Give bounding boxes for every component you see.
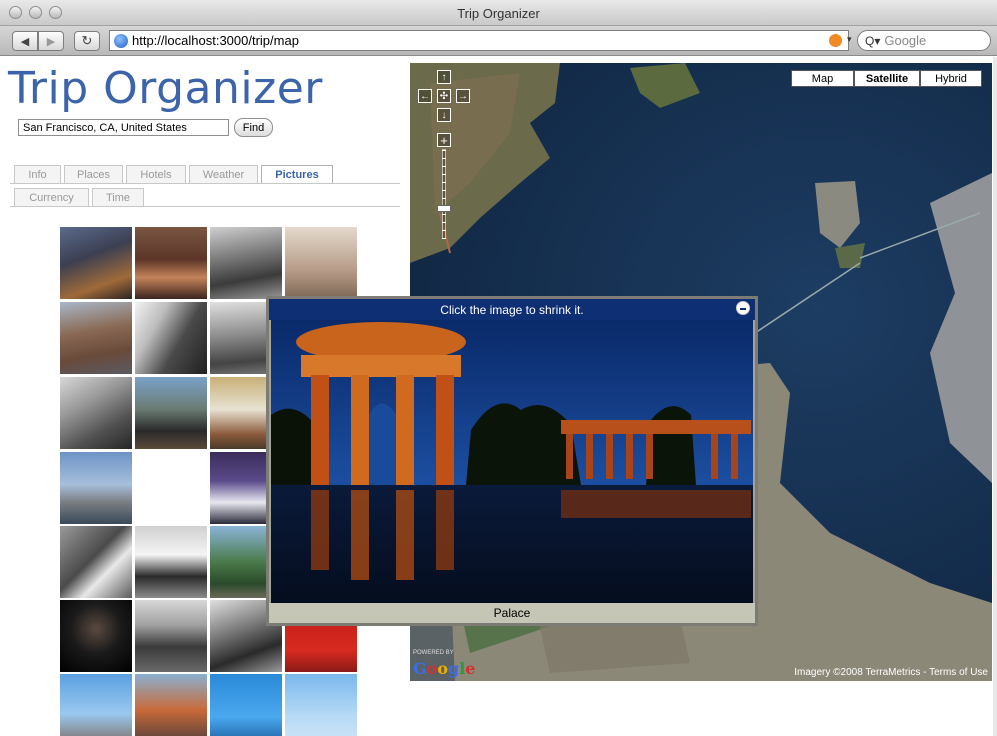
map-type-satellite-button[interactable]: Satellite (854, 70, 920, 87)
picture-thumbnail[interactable] (135, 674, 207, 736)
rotunda-column (311, 375, 329, 485)
tab-info[interactable]: Info (14, 165, 61, 183)
powered-by-label: POWERED BY (413, 650, 454, 656)
pan-up-button[interactable]: ↑ (437, 70, 451, 84)
map-type-map-button[interactable]: Map (791, 70, 854, 87)
picture-thumbnail[interactable] (60, 600, 132, 672)
colonnade-columns (566, 434, 738, 479)
pan-center-button[interactable]: ✣ (437, 89, 451, 103)
picture-thumbnail[interactable] (210, 227, 282, 299)
rotunda-column (436, 375, 454, 485)
window-titlebar: Trip Organizer (0, 0, 997, 26)
page-scrollbar[interactable] (993, 57, 997, 736)
picture-thumbnail[interactable] (60, 377, 132, 449)
map-type-hybrid-button[interactable]: Hybrid (920, 70, 982, 87)
picture-thumbnail[interactable] (135, 526, 207, 598)
rotunda-arch (369, 403, 396, 485)
zoom-in-button[interactable]: + (437, 132, 451, 148)
picture-popup[interactable]: Click the image to shrink it. Palace (266, 296, 758, 626)
colonnade-roof (561, 420, 751, 434)
search-placeholder: Google (884, 33, 927, 48)
palace-photo (271, 320, 753, 603)
url-bar[interactable]: http://localhost:3000/trip/map (109, 30, 849, 51)
tree-silhouette (271, 408, 316, 485)
zoom-slider-handle[interactable] (437, 205, 451, 212)
picture-thumbnail[interactable] (285, 227, 357, 299)
rss-icon[interactable] (829, 34, 842, 47)
tab-hotels[interactable]: Hotels (126, 165, 186, 183)
pan-down-button[interactable]: ↓ (437, 108, 451, 122)
tree-silhouette (646, 406, 696, 485)
zoom-slider-track[interactable] (442, 149, 446, 239)
forward-button[interactable]: ▶ (38, 31, 64, 51)
popup-header: Click the image to shrink it. (269, 299, 755, 320)
picture-thumbnail[interactable] (210, 674, 282, 736)
column-reflection (311, 490, 329, 570)
tab-currency[interactable]: Currency (14, 188, 89, 206)
column-reflection (436, 490, 454, 570)
tab-time[interactable]: Time (92, 188, 144, 206)
popup-caption: Palace (269, 603, 755, 623)
picture-thumbnail[interactable] (135, 302, 207, 374)
picture-thumbnail[interactable] (60, 674, 132, 736)
move-icon: ✣ (439, 90, 449, 102)
picture-thumbnail[interactable] (285, 674, 357, 736)
tab-places[interactable]: Places (64, 165, 123, 183)
column-reflection (396, 490, 414, 580)
arrow-left-icon: ← (420, 90, 430, 102)
picture-thumbnail[interactable] (135, 377, 207, 449)
rotunda-column (351, 375, 369, 485)
rotunda-frieze (301, 355, 461, 377)
arrow-up-icon: ↑ (441, 71, 447, 83)
colonnade-reflection (561, 490, 751, 518)
google-logo[interactable]: Google (413, 659, 475, 678)
page-content: Trip Organizer Find Info Places Hotels W… (0, 57, 997, 736)
page-title: Trip Organizer (8, 63, 323, 114)
url-text: http://localhost:3000/trip/map (132, 33, 299, 48)
pan-right-button[interactable]: → (456, 89, 470, 103)
forward-arrow-icon: ▶ (46, 35, 56, 48)
picture-thumbnail[interactable] (60, 302, 132, 374)
picture-thumbnail[interactable] (135, 227, 207, 299)
land-area-treasure-island (815, 181, 860, 248)
browser-toolbar: ◀ ▶ ↻ http://localhost:3000/trip/map ▾ Q… (0, 26, 997, 56)
picture-thumbnail[interactable] (60, 452, 132, 524)
back-arrow-icon: ◀ (20, 35, 30, 48)
enlarged-picture[interactable] (271, 320, 753, 603)
reload-icon: ↻ (81, 33, 93, 48)
search-engine-chevron-icon[interactable]: ▾ (847, 34, 852, 45)
shrink-icon[interactable] (736, 301, 750, 315)
column-reflection (351, 490, 369, 580)
search-field[interactable]: Q▾ Google (857, 30, 991, 51)
find-button[interactable]: Find (234, 118, 273, 137)
window-title: Trip Organizer (457, 6, 540, 21)
rotunda-column (396, 375, 414, 485)
map-copyright[interactable]: Imagery ©2008 TerraMetrics - Terms of Us… (794, 667, 988, 678)
reload-button[interactable]: ↻ (74, 31, 100, 51)
tab-weather[interactable]: Weather (189, 165, 258, 183)
picture-thumbnail[interactable] (135, 600, 207, 672)
location-input[interactable] (18, 119, 229, 136)
search-icon: Q▾ (865, 33, 881, 48)
pan-left-button[interactable]: ← (418, 89, 432, 103)
picture-thumbnail[interactable] (60, 526, 132, 598)
land-area-angel-island (630, 63, 700, 108)
bay-bridge (739, 262, 861, 344)
plus-icon: + (440, 132, 448, 148)
back-button[interactable]: ◀ (12, 31, 38, 51)
tab-pictures[interactable]: Pictures (261, 165, 333, 184)
popup-instructions: Click the image to shrink it. (440, 302, 584, 317)
tab-divider (10, 183, 400, 184)
tab-divider (10, 206, 400, 207)
globe-icon (114, 33, 128, 48)
arrow-down-icon: ↓ (441, 109, 447, 121)
arrow-right-icon: → (458, 90, 468, 102)
picture-thumbnail[interactable] (60, 227, 132, 299)
